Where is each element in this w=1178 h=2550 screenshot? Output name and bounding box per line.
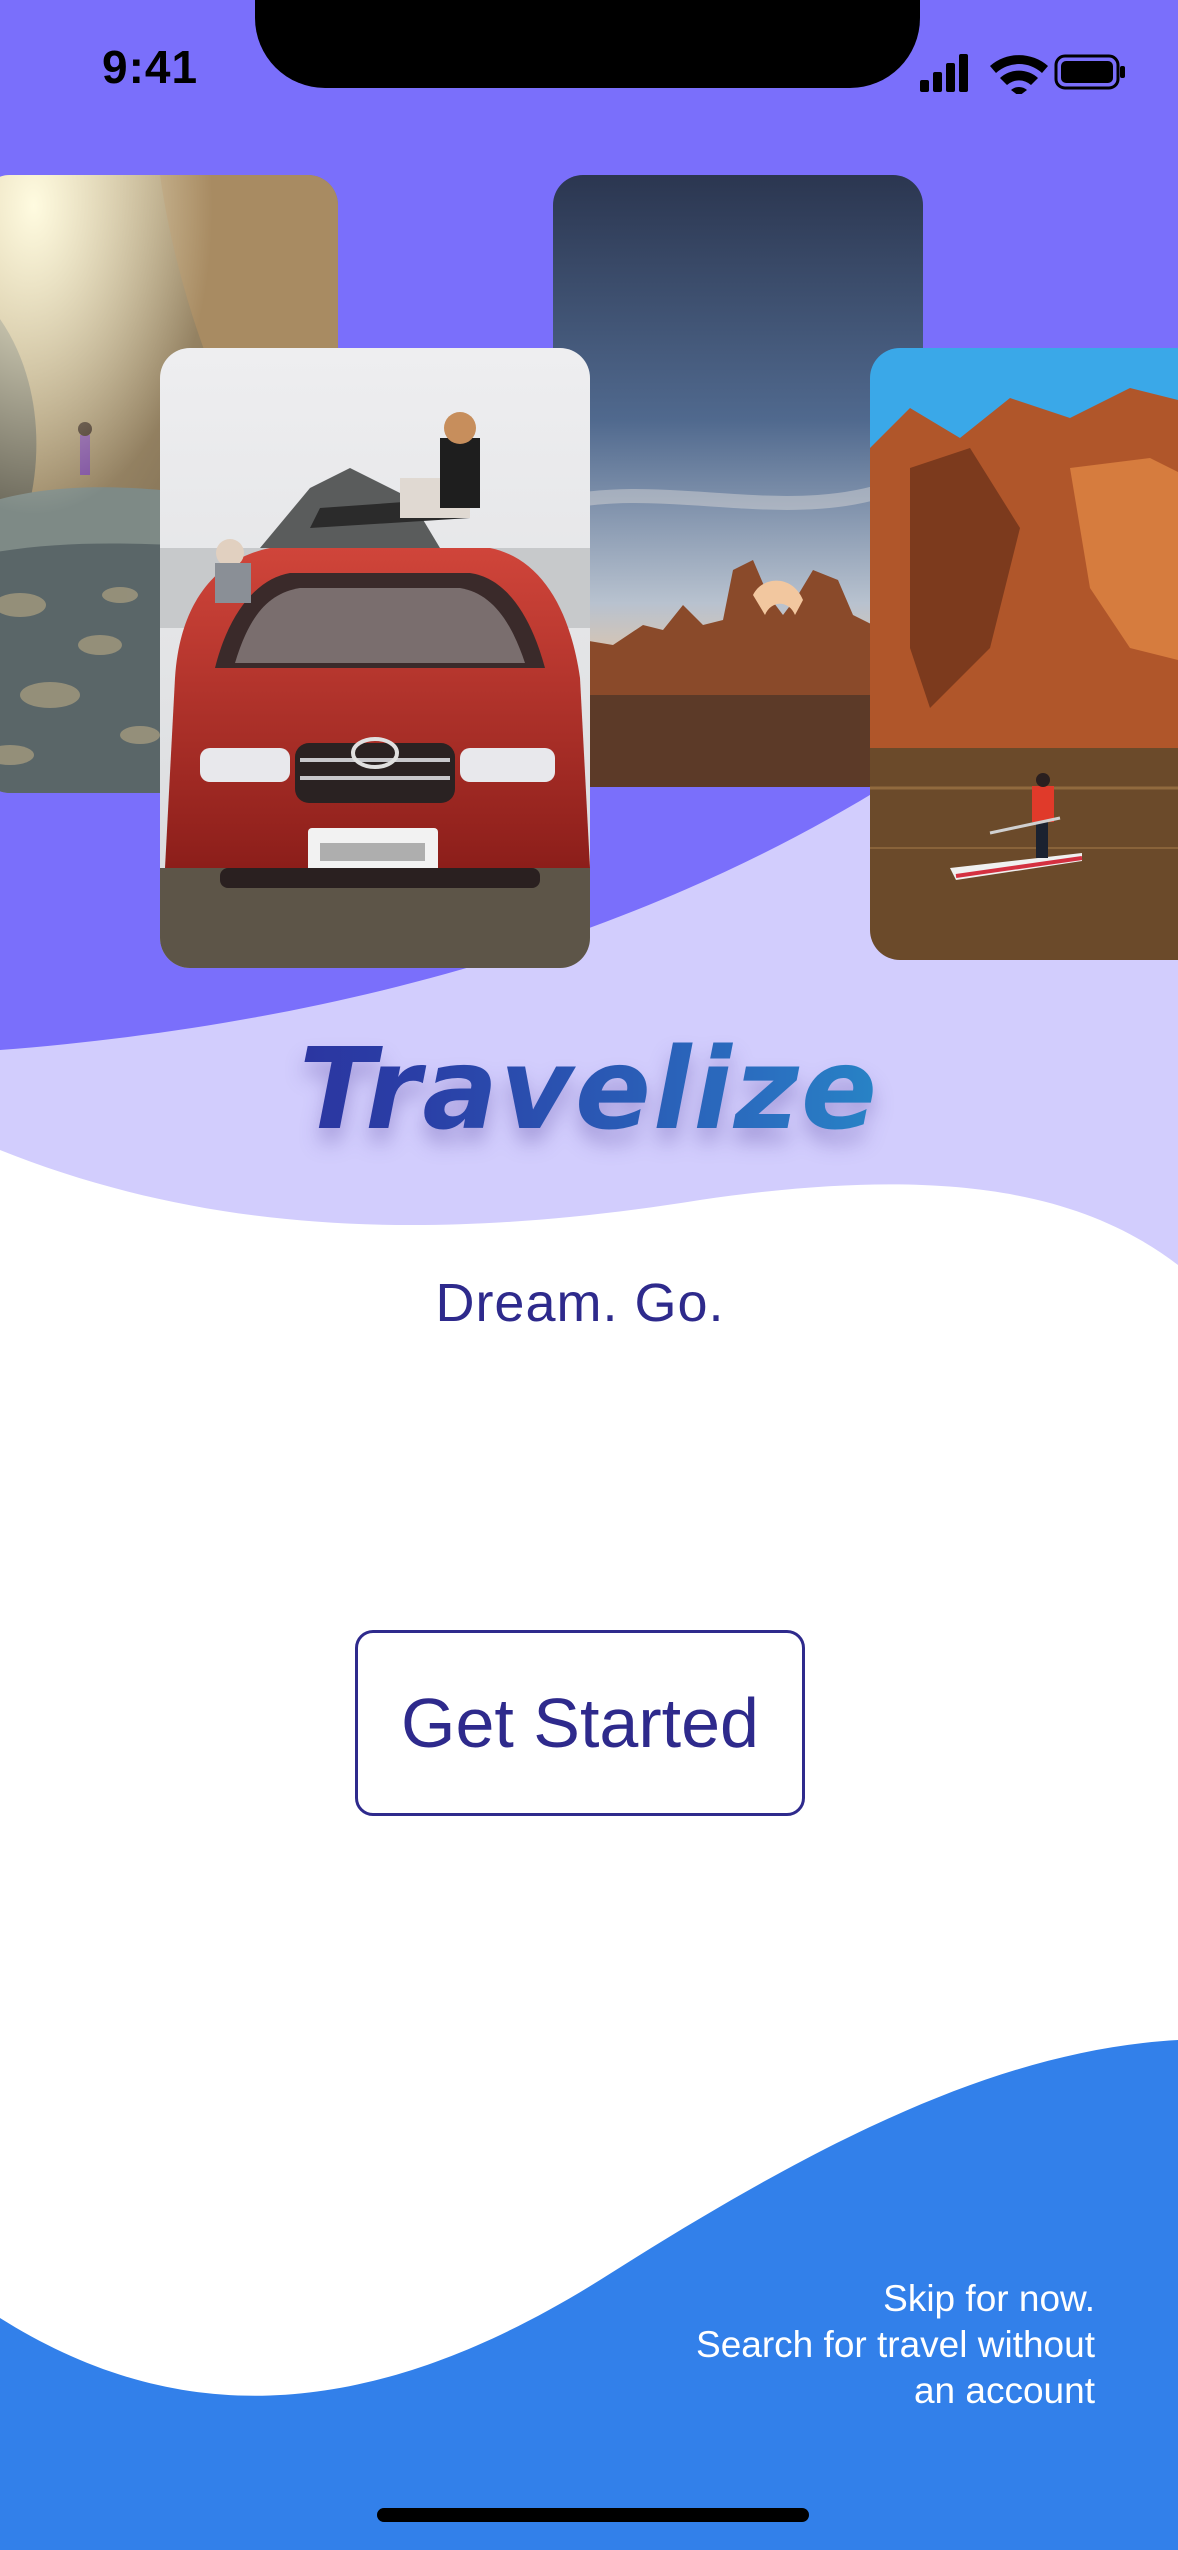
get-started-button[interactable]: Get Started <box>355 1630 805 1816</box>
tagline: Dream. Go. <box>435 1273 725 1333</box>
device-notch <box>255 0 920 88</box>
wifi-icon <box>990 55 1048 96</box>
home-indicator <box>377 2508 809 2522</box>
desert-arch-sunset-photo <box>553 175 923 787</box>
skip-for-now-link[interactable]: Skip for now. Search for travel without … <box>696 2276 1095 2414</box>
signal-icon <box>920 54 968 92</box>
app-logo: Travelize <box>0 1025 1178 1155</box>
status-icons <box>918 50 1128 96</box>
status-time: 9:41 <box>102 41 199 93</box>
welcome-screen: 9:41 Travelize Dream. Go. Get Started Sk… <box>0 0 1178 2550</box>
red-car-roof-rack-photo <box>160 348 590 968</box>
paddleboard-cliffs-photo <box>870 348 1178 960</box>
battery-icon <box>1054 54 1125 90</box>
